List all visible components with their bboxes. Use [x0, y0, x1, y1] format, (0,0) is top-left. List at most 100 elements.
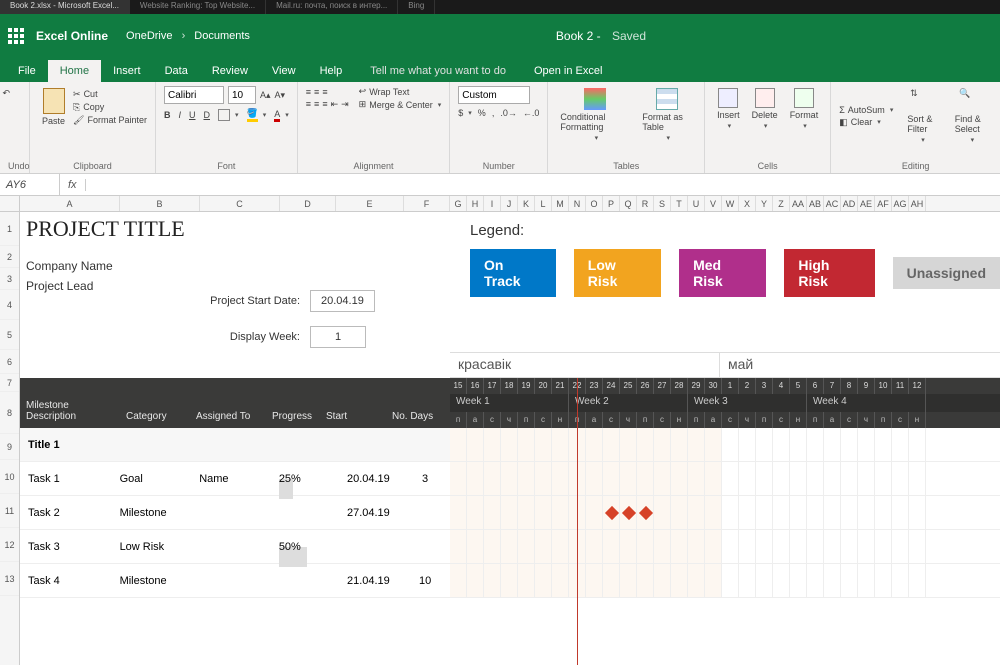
row-header[interactable]: 6 [0, 350, 19, 374]
row-header[interactable]: 7 [0, 374, 19, 392]
col-header[interactable]: A [20, 196, 120, 211]
col-header[interactable]: J [501, 196, 518, 211]
percent-button[interactable]: % [478, 108, 486, 118]
row-header[interactable]: 8 [0, 392, 19, 434]
double-underline-button[interactable]: D [204, 110, 211, 120]
grow-font-button[interactable]: A▴ [260, 90, 271, 101]
tab-data[interactable]: Data [153, 60, 200, 82]
format-as-table-button[interactable]: Format as Table [638, 86, 696, 144]
cut-button[interactable]: ✂Cut [73, 89, 147, 100]
align-left-button[interactable]: ≡ [306, 99, 311, 109]
delete-cells-button[interactable]: Delete [748, 86, 782, 132]
format-cells-button[interactable]: Format [786, 86, 823, 132]
row-header[interactable]: 3 [0, 268, 19, 290]
app-launcher-icon[interactable] [8, 28, 24, 44]
col-header[interactable]: D [280, 196, 336, 211]
merge-center-button[interactable]: ⊞Merge & Center [359, 99, 442, 110]
tell-me-search[interactable]: Tell me what you want to do [354, 60, 522, 82]
open-in-excel[interactable]: Open in Excel [522, 60, 614, 82]
col-header[interactable]: AG [892, 196, 909, 211]
document-title[interactable]: Book 2 - Saved [250, 29, 952, 43]
italic-button[interactable]: I [178, 110, 181, 120]
align-mid-button[interactable]: ≡ [314, 87, 319, 97]
tab-file[interactable]: File [6, 60, 48, 82]
col-header[interactable]: R [637, 196, 654, 211]
col-header[interactable]: AH [909, 196, 926, 211]
find-select-button[interactable]: 🔍Find & Select [951, 86, 992, 146]
indent-button[interactable]: ⇥ [341, 99, 349, 110]
align-bot-button[interactable]: ≡ [322, 87, 327, 97]
task-row[interactable]: Task 4Milestone21.04.1910 [20, 564, 450, 598]
tab-view[interactable]: View [260, 60, 308, 82]
copy-button[interactable]: ⎘Copy [73, 102, 147, 113]
browser-tab[interactable]: Website Ranking: Top Website... [130, 0, 266, 14]
breadcrumb-item[interactable]: OneDrive [126, 30, 172, 42]
col-header[interactable]: F [404, 196, 450, 211]
browser-tab[interactable]: Bing [398, 0, 435, 14]
inc-decimal-button[interactable]: .0→ [500, 108, 517, 118]
paste-button[interactable]: Paste [38, 86, 69, 128]
row-header[interactable]: 11 [0, 494, 19, 528]
col-header[interactable]: Q [620, 196, 637, 211]
col-header[interactable]: K [518, 196, 535, 211]
shrink-font-button[interactable]: A▾ [275, 90, 286, 101]
col-header[interactable]: O [586, 196, 603, 211]
breadcrumb-item[interactable]: Documents [194, 30, 250, 42]
name-box[interactable]: AY6 [0, 174, 60, 195]
row-header[interactable]: 13 [0, 562, 19, 596]
col-header[interactable]: S [654, 196, 671, 211]
row-header[interactable]: 9 [0, 434, 19, 460]
font-size-select[interactable] [228, 86, 256, 104]
format-painter-button[interactable]: 🖌Format Painter [73, 115, 147, 126]
outdent-button[interactable]: ⇤ [331, 99, 339, 110]
browser-tab[interactable]: Book 2.xlsx - Microsoft Excel... [0, 0, 130, 14]
row-header[interactable]: 4 [0, 290, 19, 320]
col-header[interactable]: E [336, 196, 404, 211]
col-header[interactable]: AA [790, 196, 807, 211]
col-header[interactable]: P [603, 196, 620, 211]
col-header[interactable]: M [552, 196, 569, 211]
col-header[interactable]: C [200, 196, 280, 211]
wrap-text-button[interactable]: ↩Wrap Text [359, 86, 442, 97]
col-header[interactable]: AC [824, 196, 841, 211]
comma-button[interactable]: , [492, 108, 495, 118]
dec-decimal-button[interactable]: ←.0 [523, 108, 540, 118]
currency-button[interactable]: $ [458, 108, 472, 118]
tab-help[interactable]: Help [308, 60, 355, 82]
task-row[interactable]: Task 2Milestone27.04.19 [20, 496, 450, 530]
align-center-button[interactable]: ≡ [314, 99, 319, 109]
clear-button[interactable]: ◧Clear [839, 117, 893, 128]
col-header[interactable]: V [705, 196, 722, 211]
browser-tab[interactable]: Mail.ru: почта, поиск в интер... [266, 0, 398, 14]
fill-color-button[interactable]: 🪣 [247, 108, 267, 122]
row-header[interactable]: 5 [0, 320, 19, 350]
font-name-select[interactable] [164, 86, 224, 104]
col-header[interactable]: H [467, 196, 484, 211]
display-week-value[interactable]: 1 [310, 326, 366, 348]
task-row[interactable]: Task 3Low Risk50% [20, 530, 450, 564]
start-date-value[interactable]: 20.04.19 [310, 290, 375, 312]
col-header[interactable]: B [120, 196, 200, 211]
undo-button[interactable]: ↶ [8, 86, 21, 114]
fx-label[interactable]: fx [60, 179, 86, 191]
col-header[interactable]: G [450, 196, 467, 211]
col-header[interactable]: AF [875, 196, 892, 211]
tab-insert[interactable]: Insert [101, 60, 153, 82]
col-header[interactable]: AE [858, 196, 875, 211]
tab-home[interactable]: Home [48, 60, 101, 82]
underline-button[interactable]: U [189, 110, 196, 120]
tab-review[interactable]: Review [200, 60, 260, 82]
col-header[interactable]: T [671, 196, 688, 211]
worksheet[interactable]: PROJECT TITLE Company Name Project Lead … [20, 212, 1000, 665]
col-header[interactable]: I [484, 196, 501, 211]
align-right-button[interactable]: ≡ [322, 99, 327, 109]
col-header[interactable]: N [569, 196, 586, 211]
insert-cells-button[interactable]: Insert [713, 86, 744, 132]
col-header[interactable]: AB [807, 196, 824, 211]
row-header[interactable]: 2 [0, 246, 19, 268]
col-header[interactable]: W [722, 196, 739, 211]
row-header[interactable]: 12 [0, 528, 19, 562]
align-top-button[interactable]: ≡ [306, 87, 311, 97]
formula-input[interactable] [86, 174, 1000, 195]
task-row[interactable]: Task 1GoalName25%20.04.193 [20, 462, 450, 496]
